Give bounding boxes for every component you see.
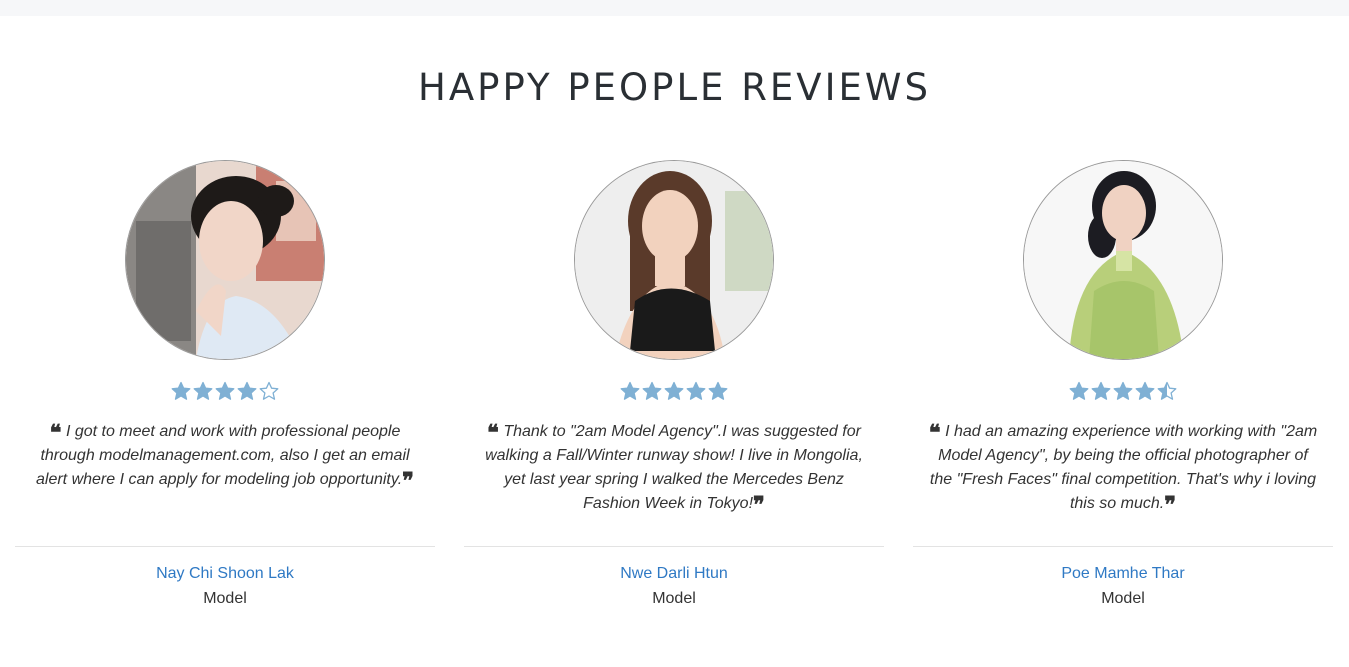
review-card: ❝ Thank to "2am Model Agency".I was sugg…: [464, 160, 884, 620]
reviewer-name-link[interactable]: Poe Mamhe Thar: [913, 565, 1333, 583]
close-quote-icon: ❞: [753, 492, 765, 518]
star-rating: [464, 381, 884, 403]
star-full-icon: [1113, 381, 1133, 400]
reviewer-role: Model: [652, 590, 696, 607]
reviewer-photo: [574, 160, 774, 360]
review-card: ❝ I had an amazing experience with worki…: [913, 160, 1333, 620]
open-quote-icon: ❝: [49, 420, 62, 446]
review-quote: ❝ Thank to "2am Model Agency".I was sugg…: [485, 420, 863, 518]
reviewer-role: Model: [1101, 590, 1145, 607]
star-full-icon: [1135, 381, 1155, 400]
divider: [913, 546, 1333, 547]
reviewer-name-link[interactable]: Nwe Darli Htun: [464, 565, 884, 583]
star-full-icon: [237, 381, 257, 400]
review-quote: ❝ I had an amazing experience with worki…: [928, 420, 1318, 518]
star-full-icon: [193, 381, 213, 400]
review-quote: ❝ I got to meet and work with profession…: [36, 420, 414, 494]
star-full-icon: [215, 381, 235, 400]
divider: [15, 546, 435, 547]
reviewer-photo: [125, 160, 325, 360]
review-card: ❝ I got to meet and work with profession…: [15, 160, 435, 620]
star-full-icon: [171, 381, 191, 400]
star-full-icon: [1069, 381, 1089, 400]
star-full-icon: [642, 381, 662, 400]
star-empty-icon: [259, 381, 279, 400]
open-quote-icon: ❝: [487, 420, 499, 446]
close-quote-icon: ❞: [402, 468, 414, 494]
star-rating: [913, 381, 1333, 403]
top-bar: [0, 0, 1349, 16]
reviewer-role: Model: [203, 590, 247, 607]
star-full-icon: [664, 381, 684, 400]
star-full-icon: [620, 381, 640, 400]
close-quote-icon: ❞: [1164, 492, 1177, 518]
section-title: HAPPY PEOPLE REVIEWS: [418, 66, 931, 109]
divider: [464, 546, 884, 547]
star-full-icon: [708, 381, 728, 400]
star-full-icon: [1091, 381, 1111, 400]
star-full-icon: [686, 381, 706, 400]
reviewer-photo: [1023, 160, 1223, 360]
star-half-icon: [1157, 381, 1177, 400]
star-rating: [15, 381, 435, 403]
open-quote-icon: ❝: [928, 420, 941, 446]
reviewer-name-link[interactable]: Nay Chi Shoon Lak: [15, 565, 435, 583]
